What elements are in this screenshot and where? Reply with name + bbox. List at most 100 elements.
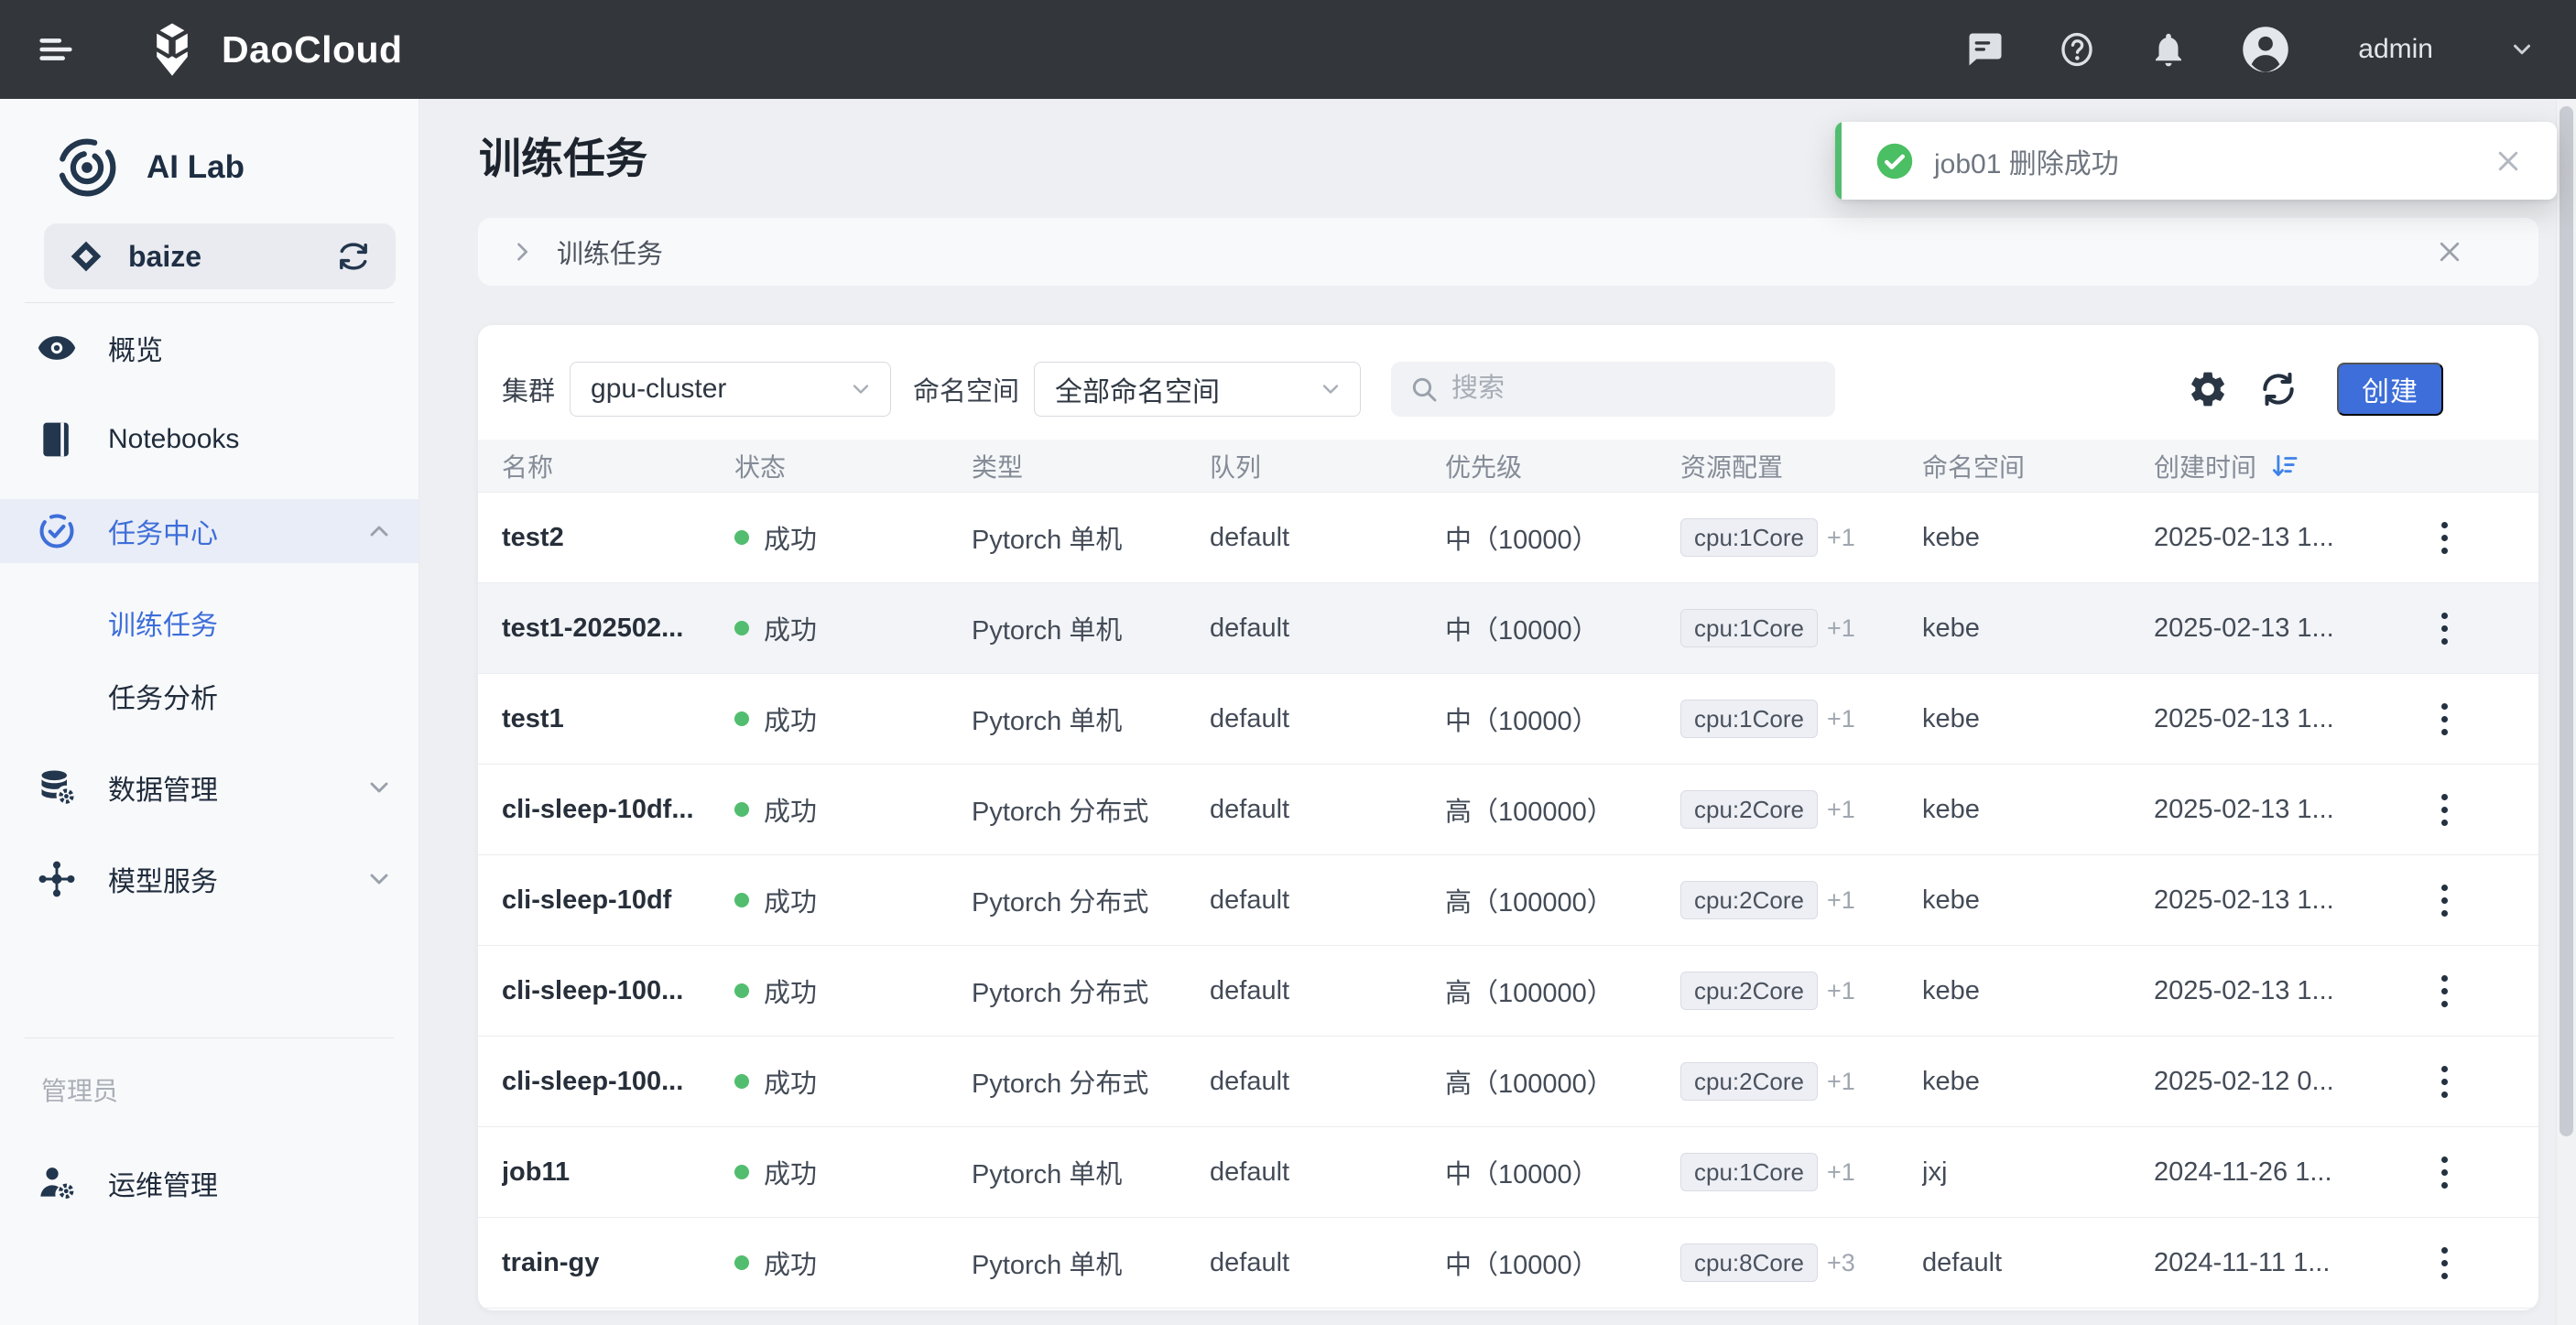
- resource-tag[interactable]: cpu:2Core: [1680, 790, 1818, 829]
- row-actions-kebab-icon[interactable]: [2436, 788, 2447, 831]
- row-actions-kebab-icon[interactable]: [2436, 879, 2447, 922]
- settings-gear-icon[interactable]: [2187, 368, 2229, 410]
- breadcrumb-item[interactable]: 训练任务: [557, 233, 663, 271]
- resource-more-badge[interactable]: +1: [1827, 977, 1855, 1005]
- resource-more-badge[interactable]: +1: [1827, 524, 1855, 552]
- sidebar-item-task-center[interactable]: 任务中心: [0, 499, 418, 563]
- workspace-switch-icon[interactable]: [335, 238, 372, 275]
- resource-more-badge[interactable]: +1: [1827, 886, 1855, 915]
- notifications-icon[interactable]: [2149, 30, 2188, 69]
- toast-close-icon[interactable]: [2494, 147, 2522, 175]
- column-header-created[interactable]: 创建时间: [2154, 448, 2410, 484]
- table-row[interactable]: train-gy 成功 Pytorch 单机 default 中（10000） …: [478, 1218, 2538, 1309]
- job-name-link[interactable]: cli-sleep-10df...: [502, 795, 734, 825]
- job-name-link[interactable]: cli-sleep-10df: [502, 885, 734, 916]
- resource-more-badge[interactable]: +3: [1827, 1249, 1855, 1277]
- resource-tag[interactable]: cpu:2Core: [1680, 1062, 1818, 1101]
- resource-tag[interactable]: cpu:1Core: [1680, 609, 1818, 647]
- breadcrumb-close-icon[interactable]: [2436, 238, 2463, 266]
- namespace-select[interactable]: 全部命名空间: [1034, 362, 1361, 417]
- message-icon[interactable]: [1966, 30, 2005, 69]
- table-row[interactable]: test2 成功 Pytorch 单机 default 中（10000） cpu…: [478, 493, 2538, 583]
- column-header-namespace[interactable]: 命名空间: [1922, 448, 2154, 484]
- table-row[interactable]: cli-sleep-100... 成功 Pytorch 分布式 default …: [478, 1037, 2538, 1127]
- row-actions-kebab-icon[interactable]: [2436, 970, 2447, 1013]
- resource-more-badge[interactable]: +1: [1827, 614, 1855, 643]
- job-type: Pytorch 分布式: [972, 881, 1210, 919]
- search-box[interactable]: [1391, 362, 1835, 417]
- create-button[interactable]: 创建: [2337, 363, 2443, 416]
- job-name-link[interactable]: test1-202502...: [502, 614, 734, 644]
- job-name-link[interactable]: job11: [502, 1157, 734, 1188]
- row-actions-kebab-icon[interactable]: [2436, 516, 2447, 559]
- help-icon[interactable]: [2058, 30, 2096, 69]
- row-actions-kebab-icon[interactable]: [2436, 698, 2447, 741]
- table-row[interactable]: cli-sleep-10df 成功 Pytorch 分布式 default 高（…: [478, 855, 2538, 946]
- scrollbar-thumb[interactable]: [2560, 106, 2573, 1136]
- brand[interactable]: DaoCloud: [143, 20, 403, 79]
- resource-more-badge[interactable]: +1: [1827, 1068, 1855, 1096]
- avatar[interactable]: [2241, 25, 2290, 74]
- menu-icon[interactable]: [35, 28, 77, 71]
- row-actions-kebab-icon[interactable]: [2436, 1151, 2447, 1194]
- job-name-link[interactable]: cli-sleep-100...: [502, 976, 734, 1006]
- breadcrumb-chevron-icon[interactable]: [509, 239, 535, 265]
- sidebar-item-training-jobs[interactable]: 训练任务: [0, 591, 418, 655]
- job-created-time: 2024-11-11 1...: [2154, 1248, 2410, 1278]
- row-actions-kebab-icon[interactable]: [2436, 1060, 2447, 1103]
- sidebar-item-label: 训练任务: [108, 603, 218, 643]
- job-name-link[interactable]: test1: [502, 704, 734, 734]
- table-row[interactable]: test1-202502... 成功 Pytorch 单机 default 中（…: [478, 583, 2538, 674]
- job-namespace: kebe: [1922, 885, 2154, 916]
- column-header-status[interactable]: 状态: [734, 448, 972, 484]
- job-name-link[interactable]: test2: [502, 523, 734, 553]
- column-header-name[interactable]: 名称: [502, 448, 734, 484]
- job-type: Pytorch 单机: [972, 609, 1210, 647]
- column-header-resources[interactable]: 资源配置: [1680, 448, 1922, 484]
- chevron-down-icon[interactable]: [364, 864, 394, 894]
- job-resources: cpu:1Core +1: [1680, 700, 1922, 738]
- column-header-queue[interactable]: 队列: [1210, 448, 1445, 484]
- table-row[interactable]: test1 成功 Pytorch 单机 default 中（10000） cpu…: [478, 674, 2538, 765]
- sidebar-item-notebooks[interactable]: Notebooks: [0, 407, 418, 472]
- job-type: Pytorch 分布式: [972, 790, 1210, 829]
- chevron-down-icon[interactable]: [364, 773, 394, 802]
- user-caret-down-icon[interactable]: [2508, 36, 2536, 63]
- sidebar-item-job-analysis[interactable]: 任务分析: [0, 664, 418, 728]
- job-name-link[interactable]: cli-sleep-100...: [502, 1067, 734, 1097]
- table-row[interactable]: cli-sleep-100... 成功 Pytorch 分布式 default …: [478, 946, 2538, 1037]
- column-header-type[interactable]: 类型: [972, 448, 1210, 484]
- job-name-link[interactable]: train-gy: [502, 1248, 734, 1278]
- workspace-selector[interactable]: baize: [44, 223, 396, 289]
- column-header-priority[interactable]: 优先级: [1445, 448, 1680, 484]
- resource-tag[interactable]: cpu:1Core: [1680, 700, 1818, 738]
- sidebar-item-ops-management[interactable]: 运维管理: [0, 1151, 418, 1215]
- resource-tag[interactable]: cpu:2Core: [1680, 881, 1818, 919]
- table-row[interactable]: cli-sleep-10df... 成功 Pytorch 分布式 default…: [478, 765, 2538, 855]
- user-name[interactable]: admin: [2358, 34, 2433, 65]
- sidebar-item-overview[interactable]: 概览: [0, 316, 418, 380]
- resource-tag[interactable]: cpu:2Core: [1680, 972, 1818, 1010]
- resource-tag[interactable]: cpu:8Core: [1680, 1244, 1818, 1282]
- job-status: 成功: [734, 790, 972, 829]
- sidebar-item-data-management[interactable]: 数据管理: [0, 755, 418, 820]
- resource-tag[interactable]: cpu:1Core: [1680, 518, 1818, 557]
- resource-more-badge[interactable]: +1: [1827, 705, 1855, 733]
- cluster-select[interactable]: gpu-cluster: [570, 362, 891, 417]
- refresh-icon[interactable]: [2258, 369, 2299, 409]
- search-input[interactable]: [1451, 374, 1817, 404]
- scrollbar-track[interactable]: [2556, 99, 2576, 1325]
- row-actions-kebab-icon[interactable]: [2436, 1242, 2447, 1285]
- chevron-up-icon[interactable]: [364, 516, 394, 546]
- breadcrumb: 训练任务: [478, 218, 2538, 286]
- resource-more-badge[interactable]: +1: [1827, 1158, 1855, 1187]
- job-actions: [2410, 698, 2538, 741]
- resource-tag[interactable]: cpu:1Core: [1680, 1153, 1818, 1191]
- sort-desc-icon[interactable]: [2269, 451, 2300, 482]
- main-content: 训练任务 训练任务 集群 gpu-cluster 命名空间 全部命名空间: [419, 99, 2576, 1325]
- sidebar-item-model-services[interactable]: 模型服务: [0, 847, 418, 911]
- row-actions-kebab-icon[interactable]: [2436, 607, 2447, 650]
- job-queue: default: [1210, 976, 1445, 1006]
- table-row[interactable]: job11 成功 Pytorch 单机 default 中（10000） cpu…: [478, 1127, 2538, 1218]
- resource-more-badge[interactable]: +1: [1827, 796, 1855, 824]
